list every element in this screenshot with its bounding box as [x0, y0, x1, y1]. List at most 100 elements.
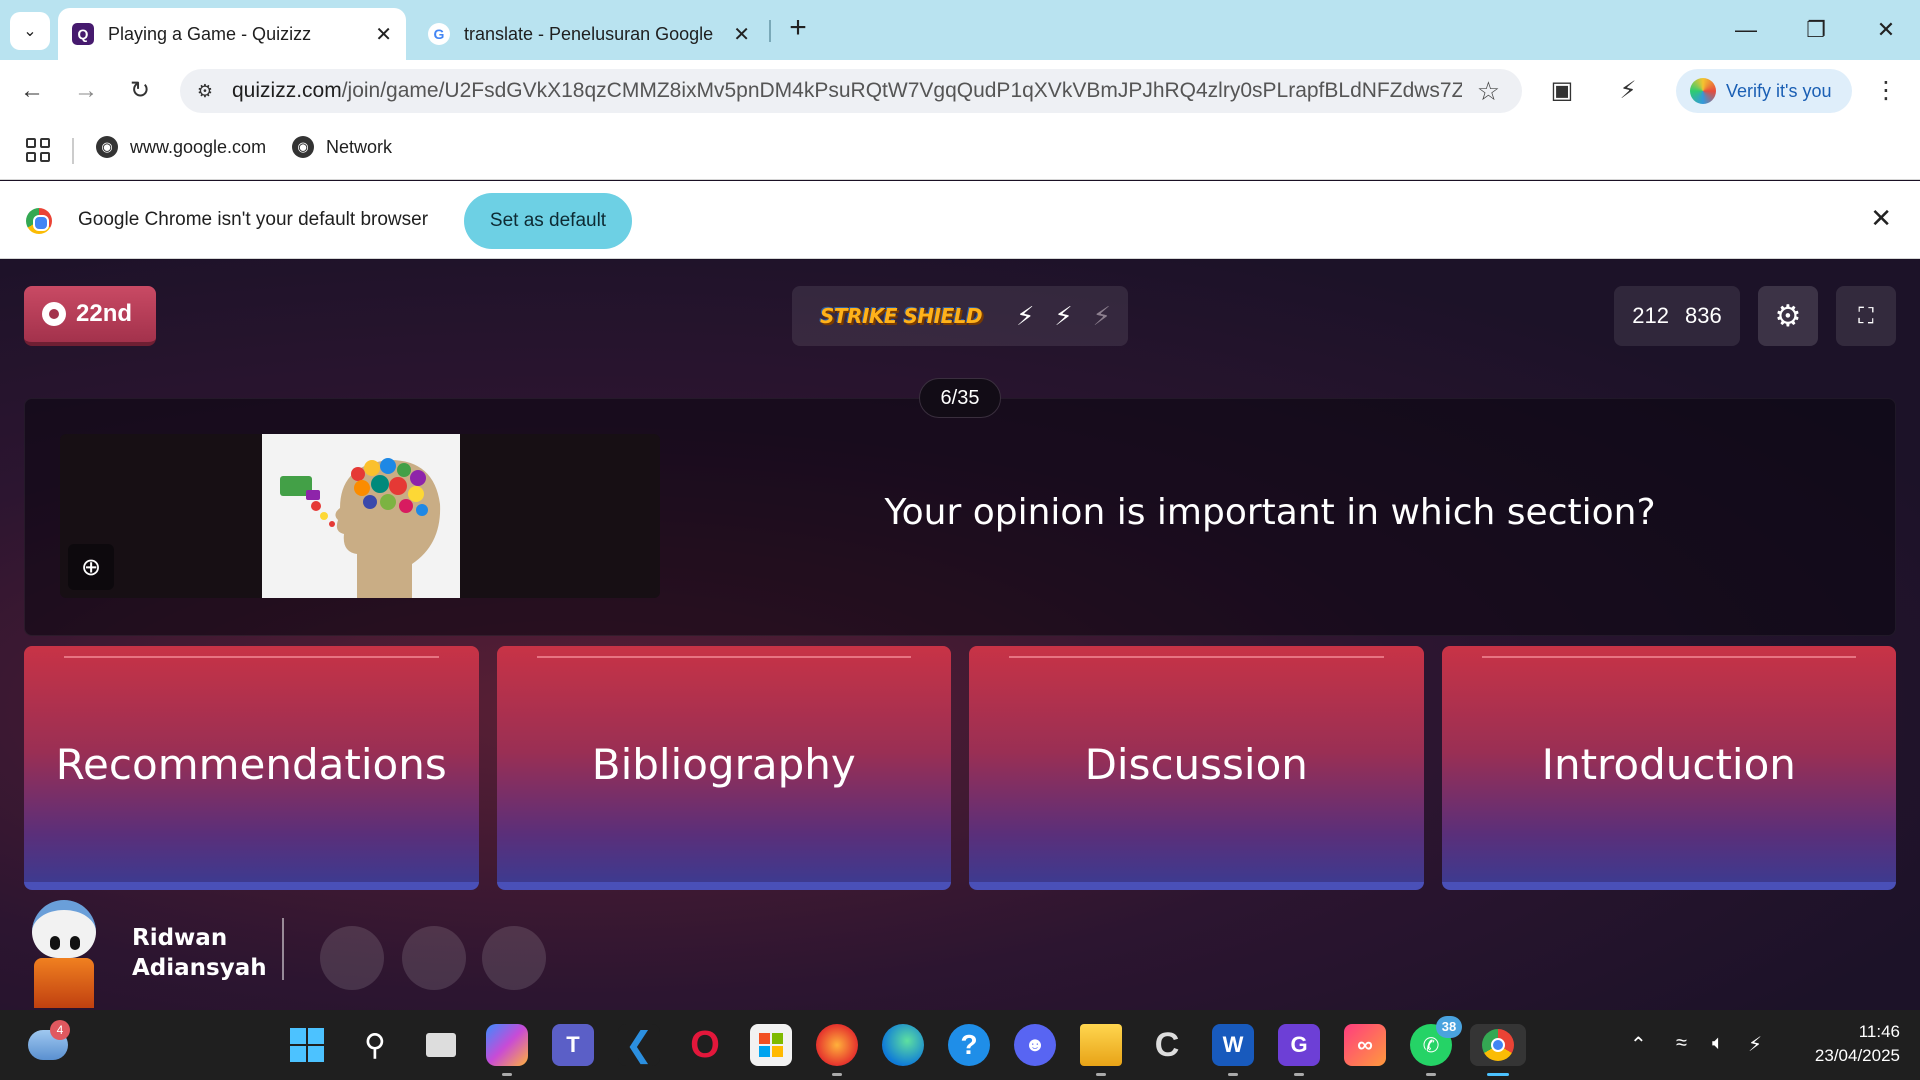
bookmark-star-icon[interactable]: ☆: [1477, 76, 1500, 107]
url-text[interactable]: quizizz.com/join/game/U2FsdGVkX18qzCMMZ8…: [232, 79, 1462, 103]
extensions-icon[interactable]: ▣: [1544, 73, 1580, 109]
apps-grid-icon[interactable]: [26, 138, 50, 162]
bookmarks-bar: ◉ www.google.com ◉ Network: [0, 122, 1920, 180]
tab-google-translate[interactable]: G translate - Penelusuran Google ✕: [414, 8, 764, 60]
edge-icon[interactable]: [882, 1024, 924, 1066]
answer-option-3[interactable]: Discussion: [969, 646, 1424, 890]
infobar-message: Google Chrome isn't your default browser: [78, 209, 429, 230]
chrome-taskbar-icon[interactable]: [1470, 1024, 1526, 1076]
volume-icon[interactable]: 🔈︎: [1712, 1032, 1724, 1055]
vscode-icon[interactable]: ❮: [618, 1024, 660, 1066]
search-icon[interactable]: ⚲: [354, 1024, 396, 1066]
opera-icon[interactable]: O: [684, 1024, 726, 1066]
player-name: Ridwan Adiansyah: [132, 923, 267, 983]
more-menu-icon[interactable]: ⋮: [1868, 73, 1904, 109]
tab-quizizz[interactable]: Q Playing a Game - Quizizz ✕: [58, 8, 406, 60]
bookmarks-divider: [72, 138, 74, 164]
microsoft-store-icon[interactable]: [750, 1024, 792, 1066]
tab-title: translate - Penelusuran Google: [464, 23, 714, 44]
battery-charging-icon[interactable]: ⚡︎: [1748, 1032, 1762, 1057]
get-help-icon[interactable]: ?: [948, 1024, 990, 1066]
answer-option-4[interactable]: Introduction: [1441, 646, 1896, 890]
url-host: quizizz.com: [232, 79, 342, 102]
tab-strip: ⌄ Q Playing a Game - Quizizz ✕ G transla…: [0, 0, 1920, 60]
globe-icon: ◉: [292, 136, 314, 158]
question-image[interactable]: [262, 434, 460, 598]
strike-shield-logo: STRIKE SHIELD: [820, 304, 983, 328]
start-button[interactable]: [286, 1024, 328, 1066]
restore-button[interactable]: ❐: [1796, 12, 1836, 48]
weather-widget[interactable]: 4: [28, 1020, 70, 1060]
chrome-logo-icon: [26, 208, 52, 234]
bookmark-network[interactable]: ◉ Network: [292, 136, 392, 158]
system-clock[interactable]: 11:46 23/04/2025: [1790, 1020, 1900, 1068]
bookmark-label: www.google.com: [130, 136, 267, 157]
tab-search-button[interactable]: ⌄: [10, 12, 50, 50]
window-close-button[interactable]: ✕: [1866, 12, 1906, 48]
player-info: Ridwan Adiansyah: [24, 896, 284, 1010]
lightning-icon: ⚡︎: [1054, 300, 1073, 331]
reload-button[interactable]: ↻: [122, 73, 158, 109]
site-info-icon[interactable]: ⚙: [188, 74, 222, 108]
whatsapp-badge: 38: [1436, 1016, 1462, 1038]
back-button[interactable]: ←: [14, 73, 50, 109]
whatsapp-icon[interactable]: ✆ 38: [1410, 1016, 1462, 1076]
rank-text: 22nd: [76, 300, 133, 327]
capcut-icon[interactable]: C: [1146, 1024, 1188, 1066]
score-part: 836: [1685, 303, 1722, 328]
google-favicon-icon: G: [428, 23, 450, 45]
teams-icon[interactable]: T: [552, 1024, 594, 1066]
copilot-icon[interactable]: [486, 1024, 528, 1076]
other-player-avatar: [402, 926, 466, 990]
player-divider: [282, 918, 284, 980]
player-last-name: Adiansyah: [132, 955, 267, 981]
score-part: 212: [1632, 303, 1669, 328]
answer-option-2[interactable]: Bibliography: [496, 646, 951, 890]
chevron-down-icon: ⌄: [23, 23, 37, 40]
close-icon[interactable]: ✕: [375, 22, 392, 47]
set-as-default-button[interactable]: Set as default: [464, 193, 632, 249]
task-view-icon[interactable]: [420, 1024, 462, 1066]
show-hidden-icons-button[interactable]: ⌃: [1630, 1032, 1647, 1057]
windows-taskbar: 4 ⚲ T ❮ O ? ☻ C W G ∞ ✆ 38 ⌃ ≈ 🔈︎ ⚡︎ 11:4…: [0, 1010, 1920, 1080]
word-icon[interactable]: W: [1212, 1024, 1254, 1076]
creative-cloud-icon[interactable]: ∞: [1344, 1024, 1386, 1066]
tab-divider: [769, 20, 771, 42]
grammarly-icon[interactable]: G: [1278, 1024, 1320, 1076]
other-player-avatar: [320, 926, 384, 990]
zoom-in-button[interactable]: ⊕: [68, 544, 114, 590]
browser-toolbar: ← → ↻ ⚙ quizizz.com/join/game/U2FsdGVkX1…: [0, 60, 1920, 122]
profile-button[interactable]: Verify it's you: [1676, 69, 1852, 113]
quizizz-favicon-icon: Q: [72, 23, 94, 45]
close-icon[interactable]: ✕: [733, 22, 750, 47]
answer-option-1[interactable]: Recommendations: [24, 646, 479, 890]
firefox-icon[interactable]: [816, 1024, 858, 1076]
powerup-panel[interactable]: STRIKE SHIELD ⚡︎ ⚡︎ ⚡︎: [792, 286, 1128, 346]
bookmark-google[interactable]: ◉ www.google.com: [96, 136, 266, 158]
lightning-icon: ⚡︎: [1016, 300, 1035, 331]
discord-icon[interactable]: ☻: [1014, 1024, 1056, 1066]
question-counter: 6/35: [919, 378, 1001, 418]
store-squares-icon: [759, 1033, 783, 1057]
forward-button[interactable]: →: [68, 73, 104, 109]
new-tab-button[interactable]: +: [780, 12, 816, 48]
address-bar[interactable]: ⚙ quizizz.com/join/game/U2FsdGVkX18qzCMM…: [180, 69, 1522, 113]
close-icon[interactable]: ✕: [1870, 203, 1892, 234]
performance-icon[interactable]: ⚡: [1610, 73, 1646, 109]
fullscreen-icon: ⛶: [1858, 303, 1874, 328]
profile-label: Verify it's you: [1726, 80, 1832, 101]
gear-icon: ⚙: [1774, 299, 1802, 333]
player-avatar: [24, 898, 100, 1008]
quiz-game-area: 22nd STRIKE SHIELD ⚡︎ ⚡︎ ⚡︎ 212 836 ⚙ ⛶ …: [0, 260, 1920, 1010]
minimize-button[interactable]: —: [1726, 12, 1766, 48]
question-media: [60, 434, 660, 598]
clock-date: 23/04/2025: [1814, 1046, 1900, 1065]
settings-button[interactable]: ⚙: [1758, 286, 1818, 346]
medal-icon: [42, 302, 66, 326]
weather-badge: 4: [50, 1020, 70, 1040]
wifi-icon[interactable]: ≈: [1676, 1032, 1687, 1055]
fullscreen-button[interactable]: ⛶: [1836, 286, 1896, 346]
player-first-name: Ridwan: [132, 925, 228, 951]
file-explorer-icon[interactable]: [1080, 1024, 1122, 1076]
rank-badge: 22nd: [24, 286, 156, 346]
